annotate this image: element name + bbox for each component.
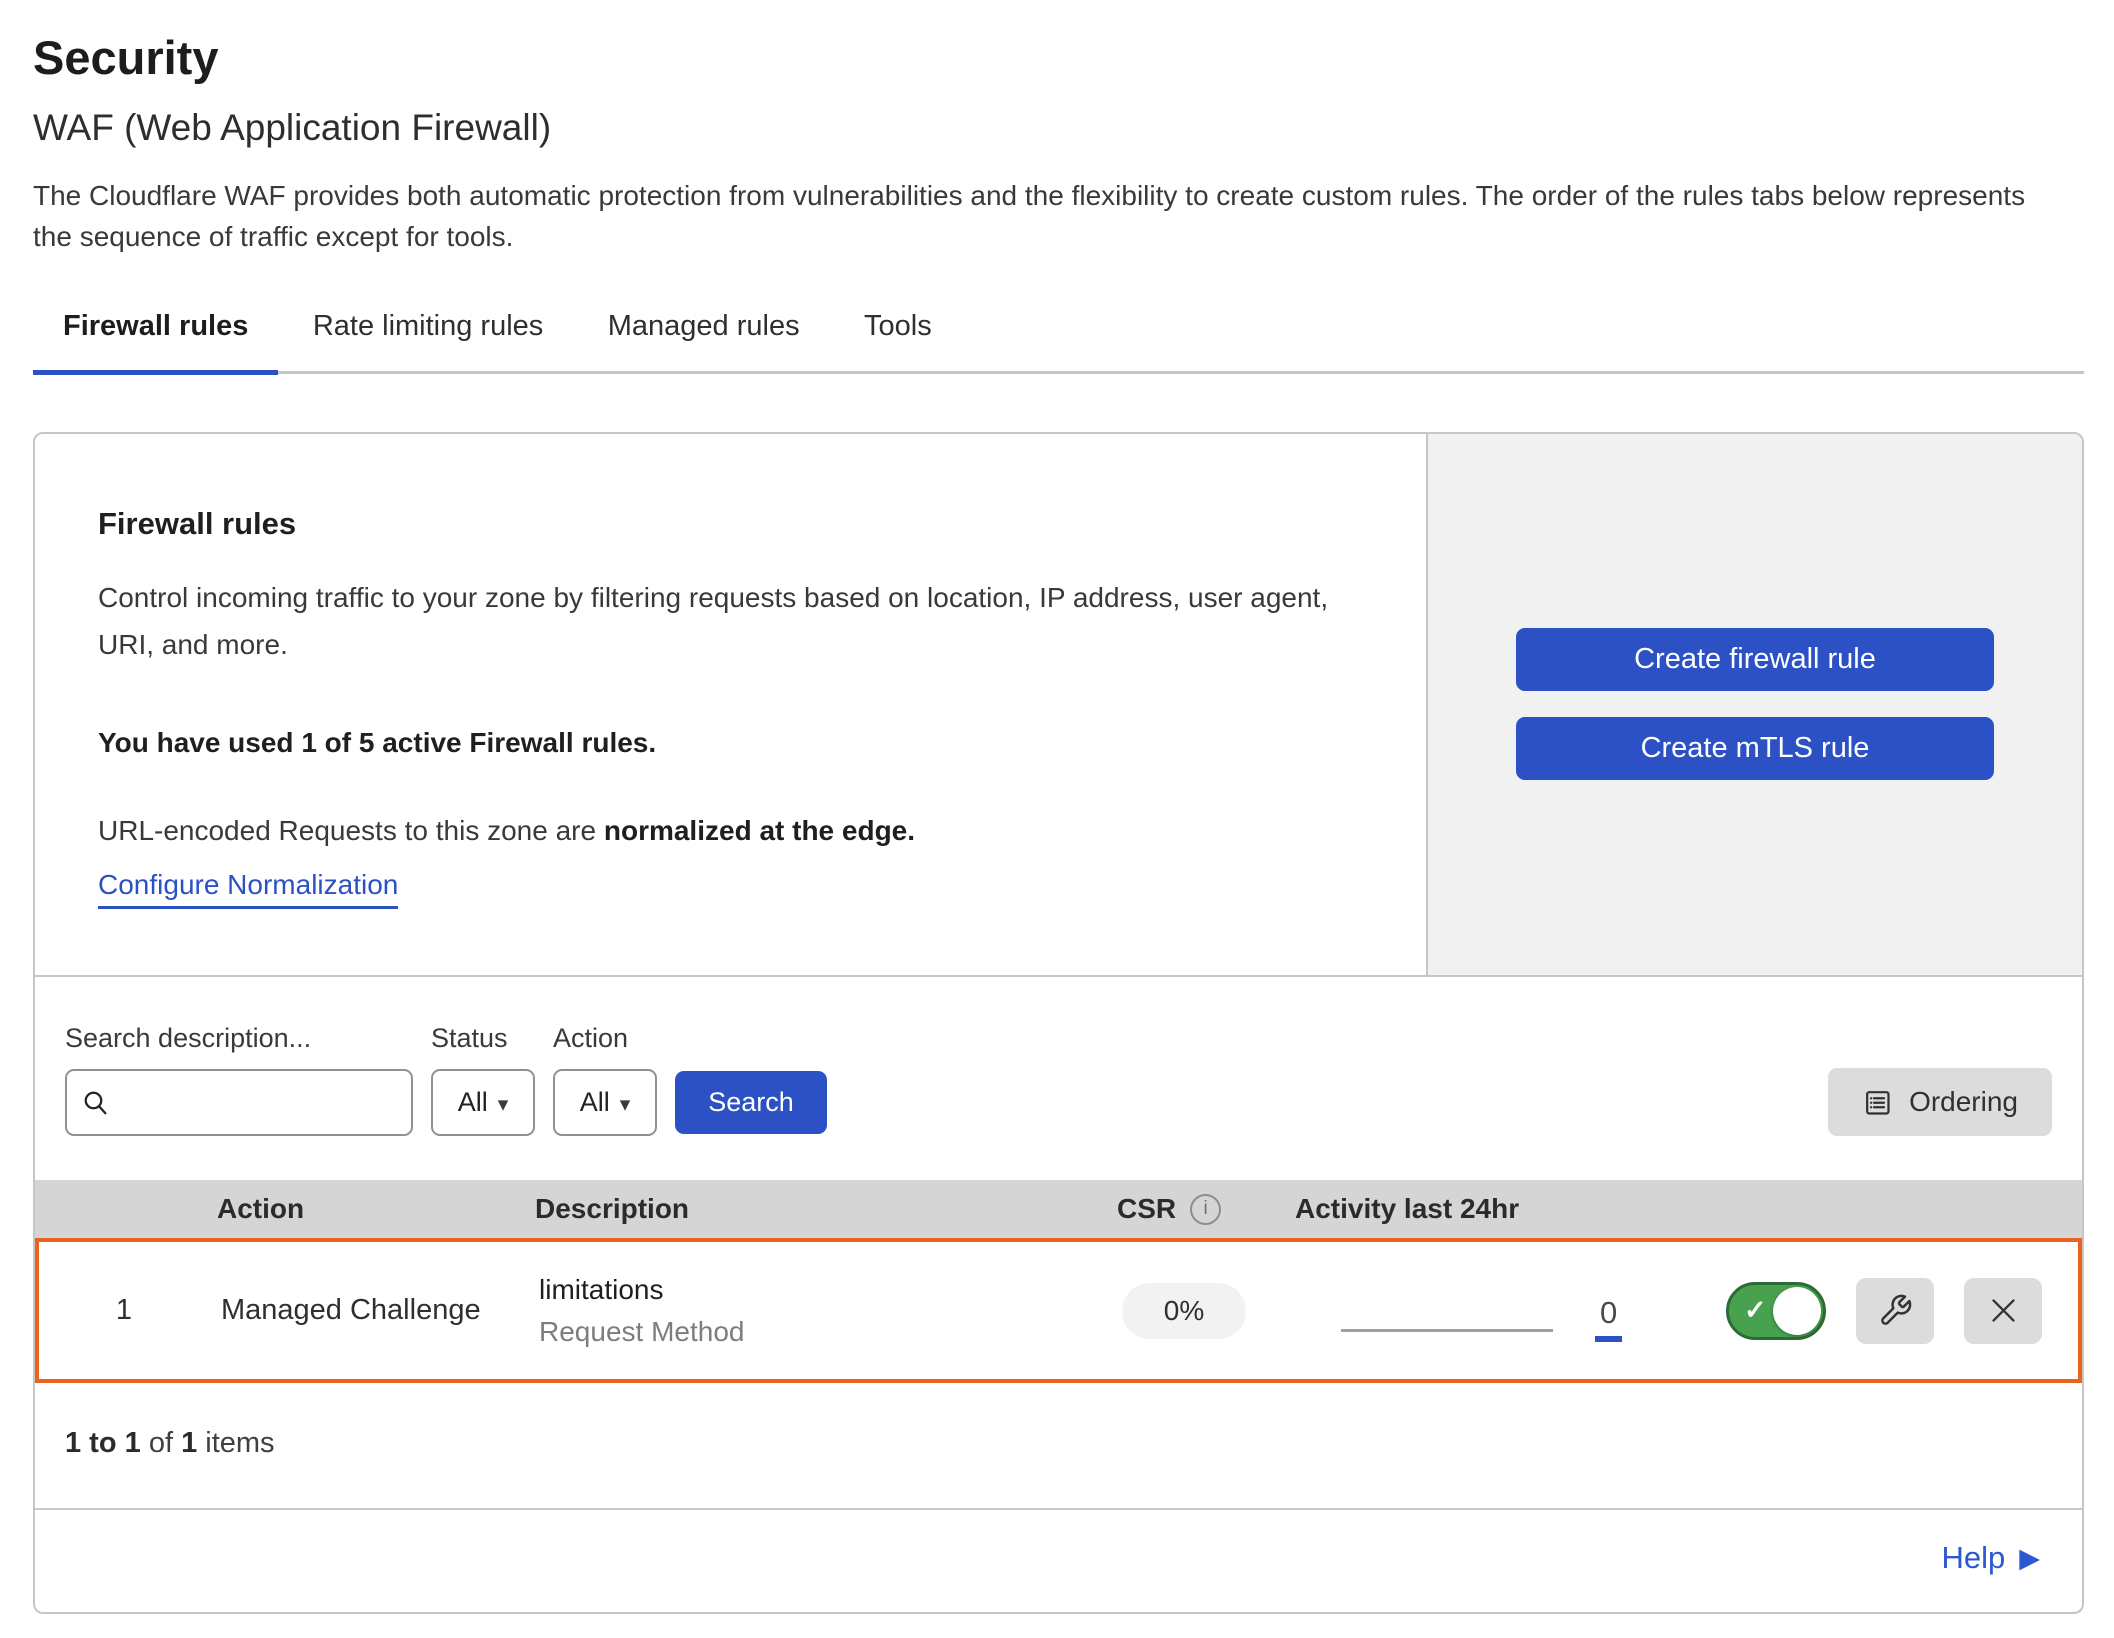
page-title: Security (33, 30, 2084, 85)
table-row: 1 Managed Challenge limitations Request … (35, 1238, 2082, 1383)
activity-value-link[interactable]: 0 (1595, 1295, 1622, 1342)
rule-activity-cell: 0 ✓ (1299, 1278, 2078, 1344)
action-filter-group: Action All ▾ (553, 1023, 657, 1136)
status-select[interactable]: All ▾ (431, 1069, 535, 1136)
create-firewall-rule-button[interactable]: Create firewall rule (1516, 628, 1994, 691)
status-select-value: All (458, 1087, 488, 1118)
rule-priority: 1 (39, 1294, 209, 1327)
search-group: Search description... (65, 1023, 413, 1136)
pagination-summary: 1 to 1 of 1 items (35, 1383, 2082, 1508)
page-description: The Cloudflare WAF provides both automat… (33, 175, 2063, 258)
rule-action: Managed Challenge (209, 1294, 539, 1327)
ordering-button[interactable]: Ordering (1828, 1068, 2052, 1136)
action-select-value: All (580, 1087, 610, 1118)
search-box (65, 1069, 413, 1136)
action-column-header: Action (205, 1193, 535, 1225)
create-mtls-rule-button[interactable]: Create mTLS rule (1516, 717, 1994, 780)
action-select[interactable]: All ▾ (553, 1069, 657, 1136)
tab-managed-rules[interactable]: Managed rules (578, 302, 830, 375)
page-header: Security WAF (Web Application Firewall) … (33, 30, 2084, 258)
rule-enabled-toggle[interactable]: ✓ (1726, 1282, 1826, 1340)
items-word: items (205, 1427, 274, 1459)
arrow-right-icon: ▶ (2019, 1543, 2040, 1574)
normalization-text-bold: normalized at the edge. (604, 815, 915, 846)
security-waf-page: Security WAF (Web Application Firewall) … (0, 0, 2114, 1614)
search-icon (81, 1088, 111, 1118)
rule-description: limitations (539, 1274, 1069, 1306)
usage-text: You have used 1 of 5 active Firewall rul… (98, 727, 1361, 759)
tab-tools[interactable]: Tools (834, 302, 962, 375)
filter-bar: Search description... Status All ▾ Actio… (35, 977, 2082, 1180)
search-input[interactable] (65, 1069, 413, 1136)
rule-description-cell: limitations Request Method (539, 1274, 1069, 1348)
chevron-down-icon: ▾ (620, 1092, 631, 1117)
status-filter-group: Status All ▾ (431, 1023, 535, 1136)
overview-text-panel: Firewall rules Control incoming traffic … (35, 434, 1426, 975)
info-icon[interactable]: i (1190, 1194, 1221, 1225)
status-label: Status (431, 1023, 535, 1054)
description-column-header: Description (535, 1193, 1065, 1225)
activity-sparkline (1341, 1329, 1553, 1332)
ordering-button-label: Ordering (1909, 1086, 2018, 1118)
csr-header-label: CSR (1117, 1193, 1176, 1225)
rule-csr-cell: 0% (1069, 1283, 1299, 1339)
firewall-rules-card: Firewall rules Control incoming traffic … (33, 432, 2084, 1614)
toggle-knob (1773, 1287, 1821, 1335)
page-subtitle: WAF (Web Application Firewall) (33, 107, 2084, 149)
create-rule-panel: Create firewall rule Create mTLS rule (1426, 434, 2082, 975)
normalization-text-regular: URL-encoded Requests to this zone are (98, 815, 604, 846)
items-total: 1 (181, 1427, 197, 1459)
search-label: Search description... (65, 1023, 413, 1054)
help-row: Help ▶ (35, 1508, 2082, 1612)
help-label: Help (1941, 1540, 2005, 1576)
configure-normalization-link[interactable]: Configure Normalization (98, 869, 398, 909)
card-heading: Firewall rules (98, 506, 1361, 542)
close-icon (1985, 1292, 2022, 1329)
delete-rule-button[interactable] (1964, 1278, 2042, 1344)
rule-controls: ✓ (1726, 1278, 2042, 1344)
check-icon: ✓ (1744, 1294, 1767, 1325)
normalization-text: URL-encoded Requests to this zone are no… (98, 815, 1361, 847)
search-button[interactable]: Search (675, 1071, 827, 1134)
rule-field: Request Method (539, 1316, 1069, 1348)
tab-firewall-rules[interactable]: Firewall rules (33, 302, 278, 375)
wrench-icon (1878, 1293, 1913, 1328)
ordering-list-icon (1862, 1087, 1893, 1118)
card-description: Control incoming traffic to your zone by… (98, 574, 1361, 669)
edit-rule-button[interactable] (1856, 1278, 1934, 1344)
action-label: Action (553, 1023, 657, 1054)
activity-column-header: Activity last 24hr (1295, 1193, 2082, 1225)
items-range: 1 to 1 (65, 1427, 141, 1459)
tab-rate-limiting-rules[interactable]: Rate limiting rules (283, 302, 573, 375)
firewall-rules-overview: Firewall rules Control incoming traffic … (35, 434, 2082, 977)
csr-badge: 0% (1122, 1283, 1246, 1339)
csr-column-header: CSR i (1065, 1193, 1295, 1225)
waf-tabs: Firewall rules Rate limiting rules Manag… (33, 302, 2084, 374)
chevron-down-icon: ▾ (498, 1092, 509, 1117)
table-header: Action Description CSR i Activity last 2… (35, 1180, 2082, 1238)
items-of: of (149, 1427, 173, 1459)
help-link[interactable]: Help ▶ (1941, 1540, 2040, 1576)
